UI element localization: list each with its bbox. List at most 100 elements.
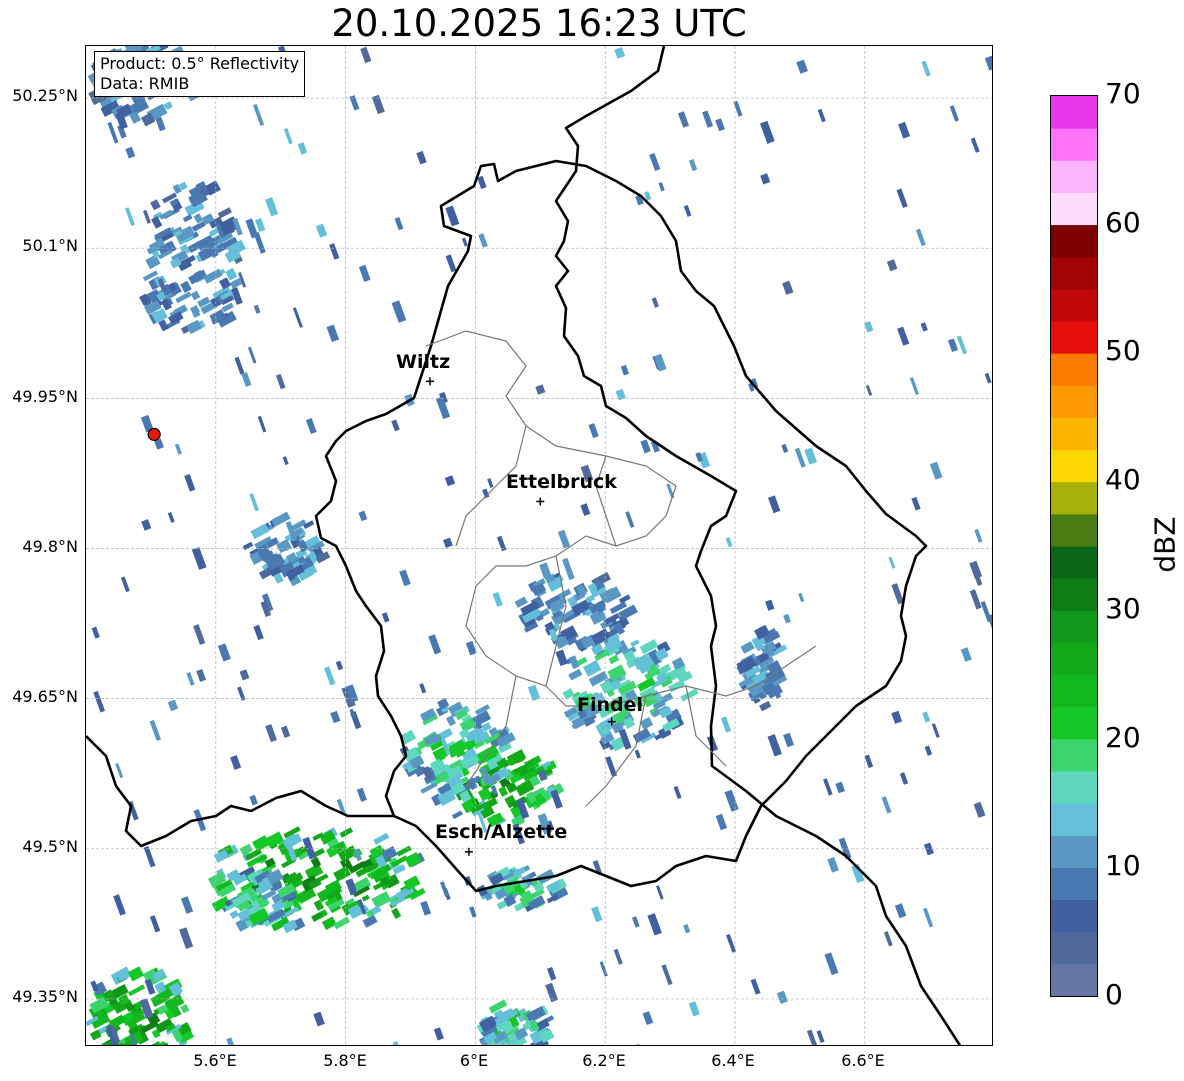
- radar-echo: [884, 931, 893, 947]
- radar-echo: [167, 511, 175, 523]
- radar-echo: [827, 857, 839, 873]
- radar-echo: [620, 364, 630, 376]
- lat-tick-label: 49.65°N: [12, 687, 78, 706]
- radar-echo: [451, 810, 463, 820]
- radar-echo: [196, 668, 207, 682]
- radar-echo: [888, 556, 896, 569]
- colorbar-segment: [1051, 835, 1097, 868]
- radar-echo: [372, 881, 385, 891]
- radar-echo: [282, 456, 289, 466]
- radar-echo: [167, 699, 179, 712]
- radar-echo: [781, 443, 789, 454]
- colorbar-tick-label: 60: [1105, 206, 1141, 239]
- radar-echo: [445, 205, 460, 227]
- radar-echo: [956, 335, 968, 355]
- radar-echo: [358, 510, 368, 522]
- colorbar-segment: [1051, 224, 1097, 258]
- city-label-findel: Findel: [577, 694, 644, 716]
- radar-echo: [440, 881, 449, 897]
- radar-echo: [339, 827, 354, 838]
- radar-echo: [923, 907, 934, 928]
- lon-tick-label: 6.4°E: [711, 1051, 755, 1070]
- radar-echo: [394, 217, 404, 231]
- colorbar-segment: [1051, 481, 1097, 515]
- radar-echo: [283, 128, 293, 145]
- radar-echo: [396, 845, 412, 857]
- colorbar-segment: [1051, 192, 1097, 226]
- radar-echo: [546, 966, 557, 981]
- radar-echo: [794, 447, 806, 468]
- radar-echo: [444, 475, 456, 487]
- radar-echo: [487, 478, 494, 488]
- colorbar-segment: [1051, 417, 1097, 451]
- radar-echo: [635, 1043, 643, 1045]
- colorbar-tick-label: 20: [1105, 721, 1141, 754]
- lat-tick-label: 49.8°N: [22, 537, 78, 556]
- radar-echo: [931, 723, 940, 738]
- radar-echo: [661, 964, 673, 986]
- product-label: Product: 0.5° Reflectivity: [100, 54, 300, 73]
- radar-echo: [420, 781, 438, 794]
- radar-echo: [783, 732, 795, 748]
- radar-echo: [715, 813, 728, 831]
- radar-echo: [445, 254, 457, 273]
- radar-echo: [897, 326, 910, 346]
- radar-echo: [477, 175, 487, 189]
- radar-echo: [143, 846, 156, 868]
- radar-echo: [335, 660, 344, 671]
- radar-echo: [186, 671, 195, 686]
- radar-echo: [599, 961, 608, 977]
- radar-echo: [608, 654, 620, 665]
- colorbar-segment: [1051, 642, 1097, 676]
- radar-echo: [249, 493, 260, 512]
- radar-echo: [496, 535, 507, 552]
- data-source-label: Data: RMIB: [100, 74, 190, 93]
- radar-echo: [226, 1037, 237, 1045]
- radar-echo: [478, 233, 488, 248]
- radar-echo: [921, 60, 931, 77]
- radar-echo: [625, 511, 635, 528]
- colorbar-segment: [1051, 706, 1097, 740]
- colorbar-segment: [1051, 385, 1097, 418]
- radar-echo: [588, 423, 599, 439]
- radar-echo: [142, 209, 151, 224]
- colorbar-tick-label: 70: [1105, 77, 1141, 110]
- radar-echo: [740, 641, 755, 654]
- radar-echo: [253, 624, 264, 641]
- radar-echo: [149, 719, 162, 741]
- radar-echo: [720, 716, 732, 733]
- radar-map[interactable]: [85, 45, 993, 1046]
- radar-echo: [806, 1029, 818, 1045]
- radar-echo: [498, 786, 509, 797]
- radar-echo: [920, 322, 928, 332]
- colorbar-segment: [1051, 771, 1097, 804]
- radar-echo: [969, 589, 982, 610]
- radar-echo: [960, 647, 972, 662]
- radar-echo: [798, 592, 805, 603]
- radar-echo: [249, 794, 258, 806]
- lat-tick-label: 49.35°N: [12, 987, 78, 1006]
- radar-echo: [349, 95, 360, 111]
- colorbar-segment: [1051, 867, 1097, 901]
- radar-echo: [265, 197, 279, 217]
- lon-tick-label: 6.6°E: [841, 1051, 885, 1070]
- radar-echo: [242, 541, 254, 551]
- radar-echo: [492, 591, 503, 607]
- radar-echo: [329, 243, 340, 260]
- radar-echo: [591, 906, 603, 923]
- colorbar-segment: [1051, 449, 1097, 483]
- colorbar-segment: [1051, 546, 1097, 579]
- colorbar-segment: [1051, 256, 1097, 290]
- radar-echo: [391, 419, 400, 432]
- radar-echo: [724, 789, 739, 812]
- radar-echo: [891, 583, 904, 605]
- radar-echo: [443, 537, 453, 548]
- colorbar-segment: [1051, 96, 1097, 129]
- radar-echo: [947, 338, 959, 353]
- radar-echo: [115, 762, 124, 779]
- colorbar-segment: [1051, 288, 1097, 322]
- radar-echo: [416, 150, 427, 165]
- radar-echo: [632, 916, 640, 928]
- radar-echo: [688, 1001, 700, 1017]
- lat-tick-label: 50.25°N: [12, 86, 78, 105]
